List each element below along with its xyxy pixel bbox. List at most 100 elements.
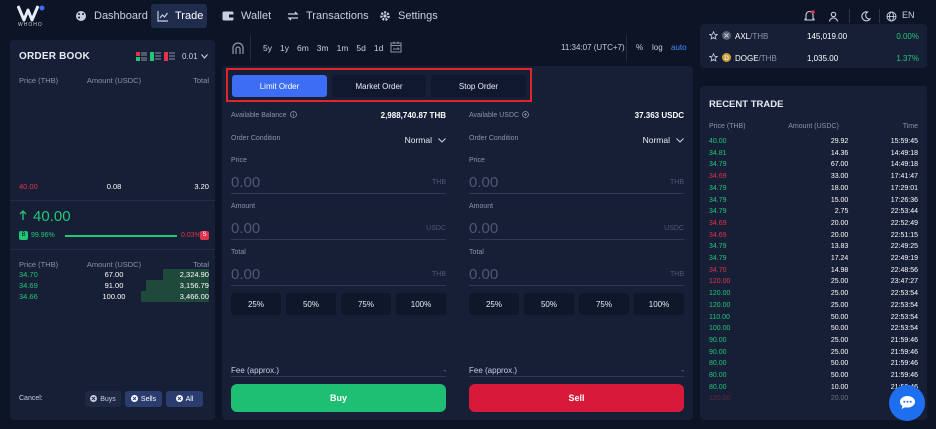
trade-time: 23:47:27 — [890, 278, 919, 286]
buy-amount-value: 0.00 — [231, 220, 261, 237]
info-icon[interactable] — [289, 111, 297, 120]
range-5y[interactable]: 5y — [263, 43, 272, 53]
brand-logo-text: WHOHO — [18, 22, 43, 28]
buy-button[interactable]: Buy — [231, 384, 446, 412]
trade-amount: 14.98 — [830, 266, 849, 274]
range-1d[interactable]: 1d — [374, 43, 383, 53]
globe-icon[interactable] — [884, 9, 898, 23]
percent-toggle[interactable]: % — [636, 43, 643, 52]
recent-trade-row: 120.00 25.00 22:53:54 — [709, 300, 918, 312]
watch-pair: /THB — [758, 54, 777, 63]
range-1m[interactable]: 1m — [337, 43, 349, 53]
user-icon[interactable] — [826, 9, 840, 23]
sell-pct-75[interactable]: 75% — [579, 293, 629, 315]
book-asks-icon[interactable] — [164, 52, 175, 63]
bell-icon[interactable] — [802, 9, 816, 23]
book-bids-icon[interactable] — [150, 52, 161, 63]
watch-price: 1,035.00 — [807, 54, 839, 63]
recent-trade-row: 34.79 2.75 22:53:44 — [709, 206, 918, 218]
toolbar-divider — [626, 35, 627, 61]
star-icon[interactable] — [708, 30, 719, 42]
trade-price: 100.00 — [709, 325, 731, 333]
bid-row[interactable]: 34.69 91.00 3,156.79 — [19, 280, 209, 291]
nav-wallet[interactable]: Wallet — [215, 4, 277, 28]
buy-pct-100[interactable]: 100% — [396, 293, 446, 315]
sell-condition-select[interactable]: Normal — [643, 135, 684, 145]
bid-total: 2,324.90 — [179, 270, 209, 279]
trade-amount: 25.00 — [830, 301, 849, 309]
trade-price: 34.79 — [709, 255, 727, 262]
chat-support-button[interactable] — [889, 385, 925, 421]
buy-pct-50[interactable]: 50% — [286, 293, 336, 315]
trade-amount: 17.24 — [830, 255, 849, 262]
header-amount: Amount (USDC) — [86, 76, 142, 85]
tab-stop-order[interactable]: Stop Order — [431, 75, 526, 97]
recent-trade-row: 40.00 29.92 15:59:45 — [709, 136, 918, 148]
nav-dashboard[interactable]: Dashboard — [68, 4, 154, 28]
nav-transactions[interactable]: Transactions — [280, 4, 375, 28]
buy-price-label: Price — [231, 157, 247, 164]
trade-amount: 50.00 — [830, 372, 849, 379]
add-circle-icon[interactable] — [522, 111, 529, 120]
buy-pct-25[interactable]: 25% — [231, 293, 281, 315]
header-total: Total — [193, 260, 209, 269]
trade-amount: 14.36 — [830, 149, 849, 157]
calendar-range-icon[interactable] — [390, 41, 402, 55]
sell-price-input[interactable]: 0.00 THB — [469, 170, 684, 194]
sell-pct-100[interactable]: 100% — [634, 293, 684, 315]
svg-text:D: D — [724, 55, 729, 62]
sell-total-input[interactable]: 0.00 THB — [469, 262, 684, 286]
book-both-icon[interactable] — [136, 52, 147, 63]
auto-toggle[interactable]: auto — [671, 43, 687, 52]
buy-total-input[interactable]: 0.00 THB — [231, 262, 446, 286]
trade-time: 14:49:18 — [890, 149, 919, 157]
sell-pct-50[interactable]: 50% — [524, 293, 574, 315]
watchlist-row[interactable]: AXL /THB 145,019.00 0.00% — [708, 30, 919, 42]
cancel-buys-button[interactable]: Buys — [85, 391, 121, 407]
trade-amount: 25.00 — [830, 336, 849, 344]
buy-amount-input[interactable]: 0.00 USDC — [231, 216, 446, 240]
trade-amount: 20.00 — [830, 231, 849, 239]
ask-row[interactable]: 40.00 0.08 3.20 — [19, 181, 209, 192]
header-amount: Amount (USDC) — [788, 123, 839, 130]
sell-pct-25[interactable]: 25% — [469, 293, 519, 315]
precision-select[interactable]: 0.01 — [182, 52, 208, 61]
trade-time: 22:53:54 — [890, 325, 919, 333]
trade-price: 110.00 — [709, 313, 730, 321]
language-selector[interactable]: EN — [902, 10, 915, 20]
transfer-arrows-icon — [286, 9, 300, 23]
sell-button[interactable]: Sell — [469, 384, 684, 412]
recent-trade-header: Price (THB) Amount (USDC) Time — [709, 121, 918, 133]
range-5d[interactable]: 5d — [356, 43, 365, 53]
nav-trade[interactable]: Trade — [151, 4, 207, 28]
range-6m[interactable]: 6m — [297, 43, 309, 53]
trade-price: 34.70 — [709, 266, 727, 274]
chevron-down-icon — [200, 52, 208, 61]
cancel-sells-button[interactable]: Sells — [125, 391, 162, 407]
sell-amount-input[interactable]: 0.00 USDC — [469, 216, 684, 240]
tab-limit-order[interactable]: Limit Order — [232, 75, 327, 97]
nav-settings[interactable]: Settings — [372, 4, 444, 28]
trade-price: 34.69 — [709, 231, 727, 239]
log-toggle[interactable]: log — [652, 43, 663, 52]
bid-row[interactable]: 34.70 67.00 2,324.90 — [19, 269, 209, 280]
nav-wallet-label: Wallet — [241, 10, 272, 22]
star-icon[interactable] — [708, 52, 719, 64]
range-3m[interactable]: 3m — [317, 43, 329, 53]
bid-row[interactable]: 34.66 100.00 3,466.00 — [19, 291, 209, 302]
palette-icon — [74, 9, 88, 23]
precision-value: 0.01 — [182, 52, 198, 61]
buy-condition-select[interactable]: Normal — [405, 135, 446, 145]
moon-icon[interactable] — [858, 9, 872, 23]
trade-time: 22:53:44 — [890, 208, 919, 216]
buy-price-input[interactable]: 0.00 THB — [231, 170, 446, 194]
nav-settings-label: Settings — [398, 10, 438, 22]
cancel-all-button[interactable]: All — [166, 391, 203, 407]
buy-pct-75[interactable]: 75% — [341, 293, 391, 315]
tab-market-order[interactable]: Market Order — [332, 75, 426, 97]
trade-price: 34.79 — [709, 208, 727, 216]
sell-balance-value: 37.363 USDC — [634, 111, 684, 120]
watchlist-row[interactable]: D DOGE /THB 1,035.00 1.37% — [708, 52, 919, 64]
trade-time: 17:26:36 — [890, 196, 919, 204]
range-1y[interactable]: 1y — [280, 43, 289, 53]
